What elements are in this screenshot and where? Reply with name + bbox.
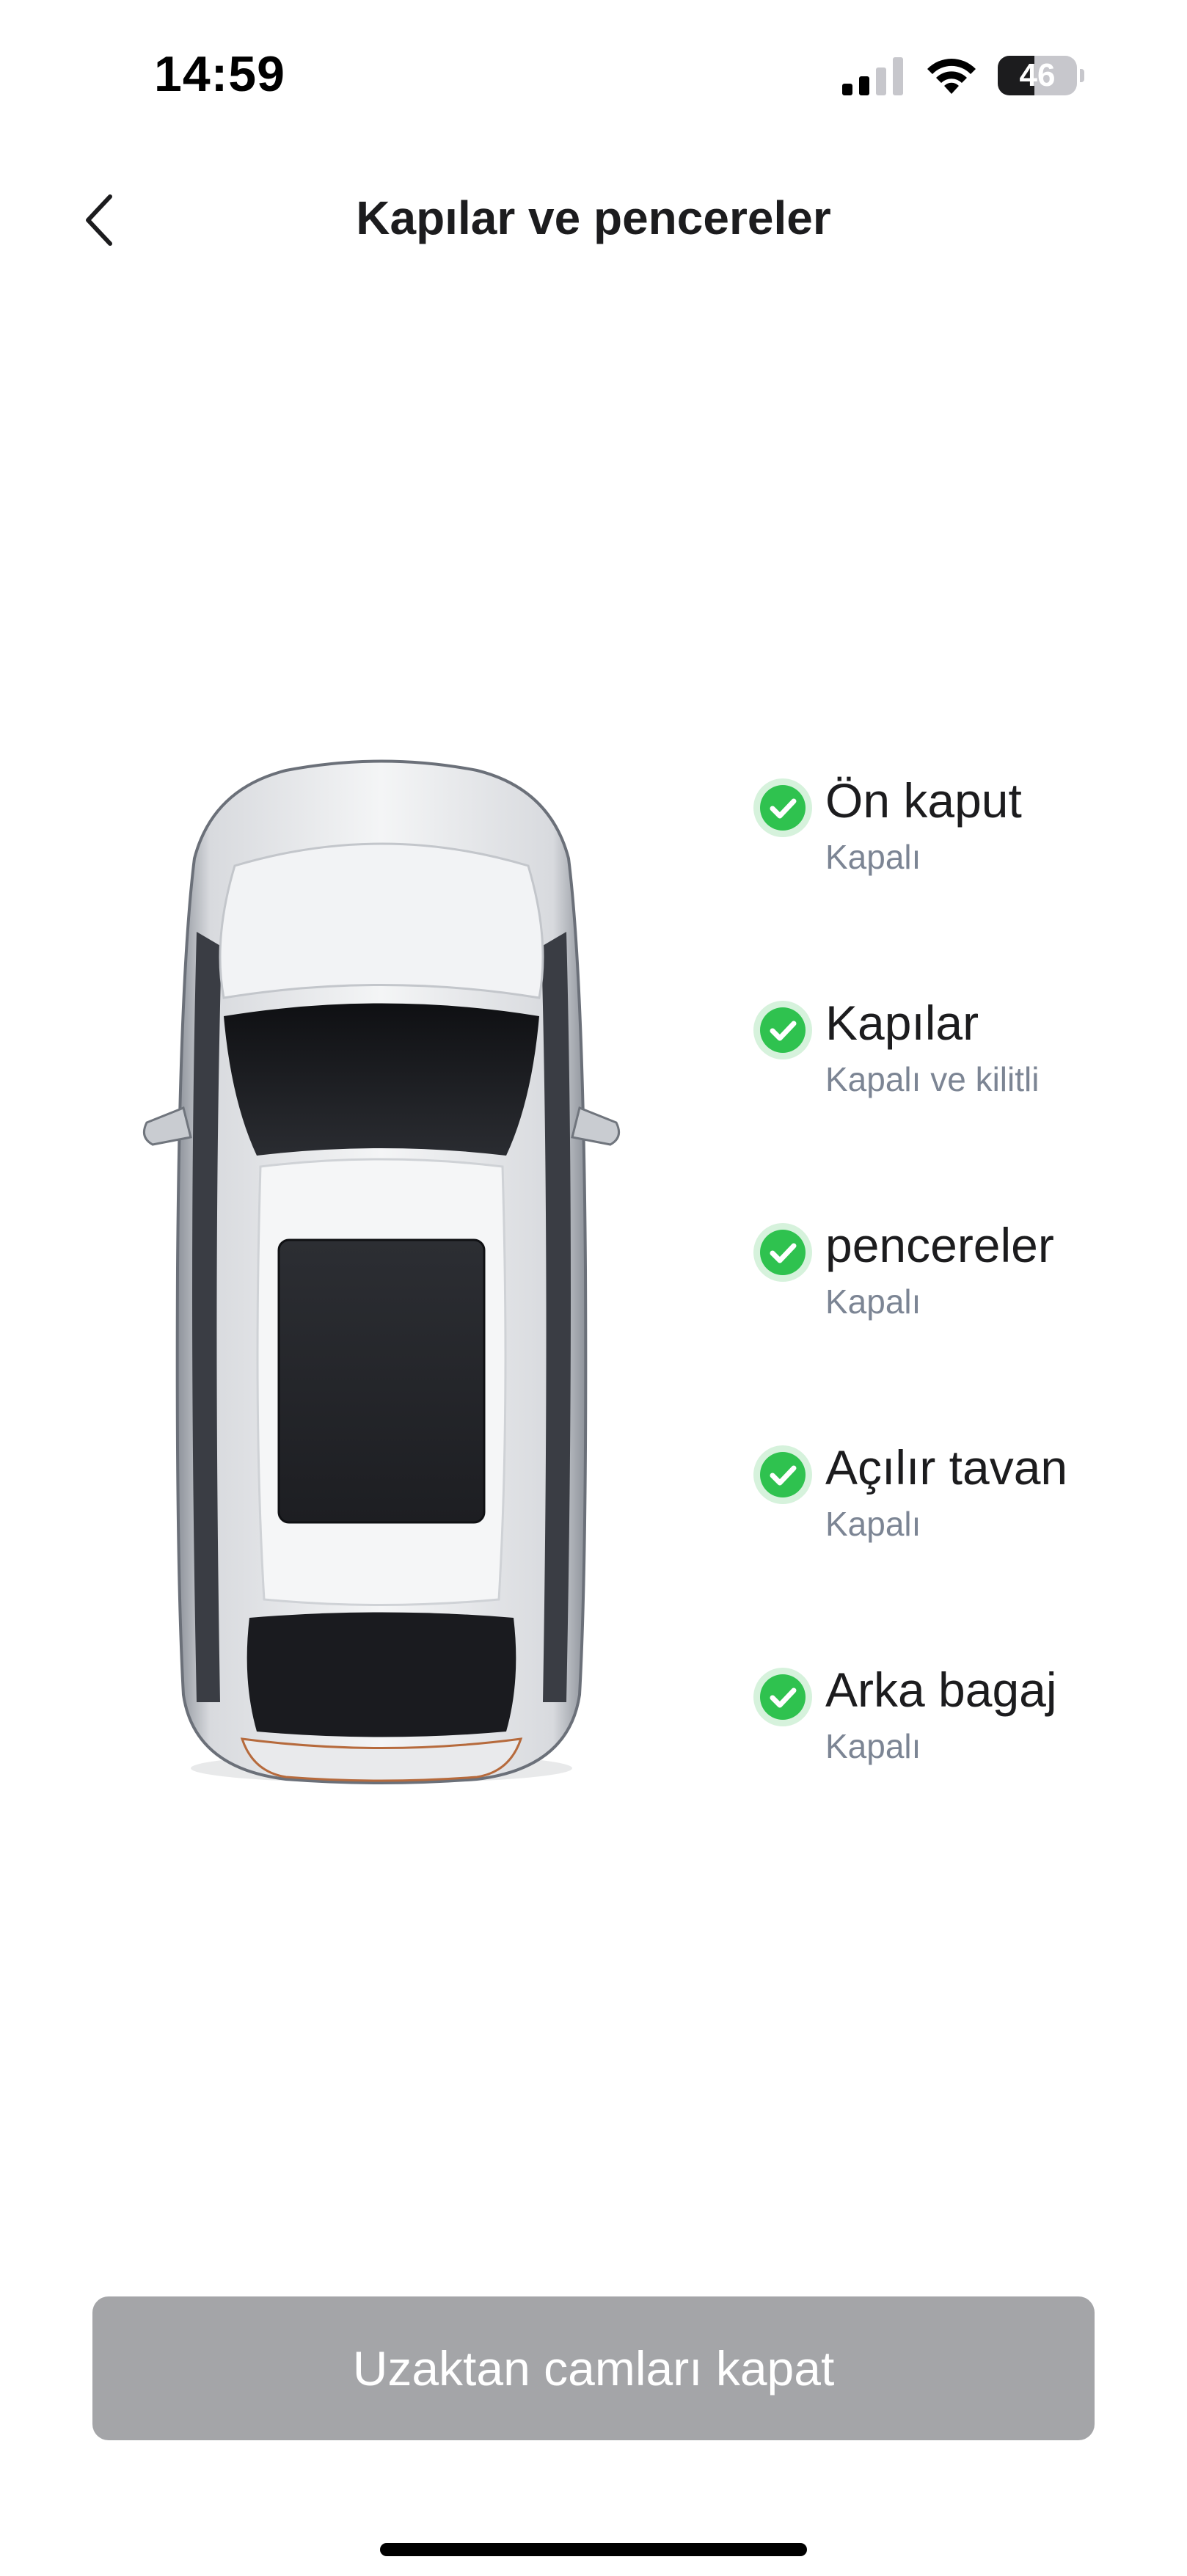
status-item-value: Kapalı: [825, 1282, 921, 1321]
battery-cap: [1080, 69, 1084, 82]
nav-bar: Kapılar ve pencereler: [0, 161, 1187, 271]
status-bar: 14:59 46: [0, 0, 1187, 147]
status-item-name: pencereler: [825, 1218, 1054, 1272]
battery-body: 46: [998, 56, 1077, 95]
status-item-trunk: Arka bagaj Kapalı: [752, 1656, 1163, 1766]
status-item-value: Kapalı: [825, 1727, 921, 1765]
status-time: 14:59: [154, 46, 285, 102]
battery-indicator: 46: [998, 56, 1084, 95]
car-top-view-illustration: [142, 759, 621, 1784]
status-item-value: Kapalı: [825, 838, 921, 876]
status-item-name: Açılır tavan: [825, 1440, 1068, 1495]
check-circle-icon: [753, 1223, 812, 1282]
status-item-value: Kapalı: [825, 1505, 921, 1543]
check-circle-icon: [753, 1001, 812, 1059]
check-circle-icon: [753, 778, 812, 837]
status-item-name: Ön kaput: [825, 773, 1022, 828]
wifi-icon: [927, 59, 976, 94]
status-item-name: Arka bagaj: [825, 1663, 1057, 1717]
close-windows-remotely-button[interactable]: Uzaktan camları kapat: [92, 2296, 1095, 2440]
status-item-doors: Kapılar Kapalı ve kilitli: [752, 989, 1163, 1099]
cellular-signal-icon: [842, 57, 903, 95]
status-item-sunroof: Açılır tavan Kapalı: [752, 1434, 1163, 1544]
battery-percentage: 46: [1019, 57, 1056, 93]
check-circle-icon: [753, 1445, 812, 1504]
home-indicator[interactable]: [380, 2543, 807, 2556]
status-item-name: Kapılar: [825, 996, 979, 1050]
status-item-value: Kapalı ve kilitli: [825, 1060, 1040, 1098]
check-circle-icon: [753, 1668, 812, 1726]
page-title: Kapılar ve pencereler: [356, 191, 831, 244]
status-item-windows: pencereler Kapalı: [752, 1211, 1163, 1321]
status-item-front-hood: Ön kaput Kapalı: [752, 767, 1163, 877]
